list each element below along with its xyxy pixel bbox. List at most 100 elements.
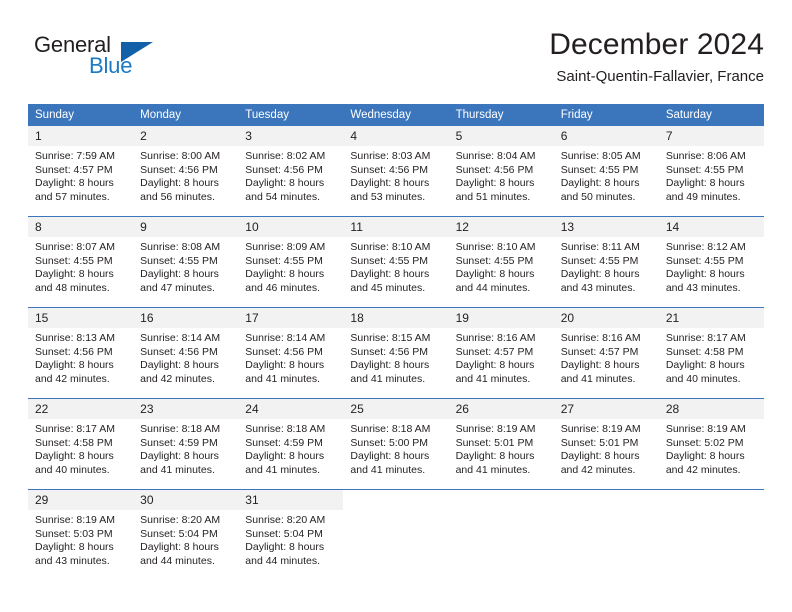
day-cell-content: 16 Sunrise: 8:14 AM Sunset: 4:56 PM Dayligh… (133, 308, 239, 398)
calendar-day-cell[interactable]: 26 Sunrise: 8:19 AM Sunset: 5:01 PM Dayligh… (448, 398, 554, 490)
calendar-day-cell[interactable]: 25 Sunrise: 8:18 AM Sunset: 5:00 PM Dayligh… (343, 398, 449, 490)
daylight-duration-line1: Daylight: 8 hours (140, 541, 219, 553)
day-number: 31 (238, 490, 344, 510)
daylight-duration-line1: Daylight: 8 hours (140, 450, 219, 462)
daylight-duration-line1: Daylight: 8 hours (245, 177, 325, 189)
day-cell-content: 14 Sunrise: 8:12 AM Sunset: 4:55 PM Dayligh… (658, 217, 764, 307)
calendar-day-cell[interactable]: 21 Sunrise: 8:17 AM Sunset: 4:58 PM Dayligh… (658, 307, 764, 399)
calendar-day-cell[interactable]: 2 Sunrise: 8:00 AM Sunset: 4:56 PM Daylight… (133, 126, 239, 217)
sunrise-time: Sunrise: 8:19 AM (35, 514, 115, 526)
sunrise-time: Sunrise: 8:11 AM (560, 241, 640, 253)
day-details: Sunrise: 8:00 AM Sunset: 4:56 PM Daylight:… (133, 146, 238, 204)
calendar-day-cell[interactable]: 23 Sunrise: 8:18 AM Sunset: 4:59 PM Dayligh… (133, 398, 239, 490)
day-cell-content: 31 Sunrise: 8:20 AM Sunset: 5:04 PM Dayligh… (238, 490, 344, 580)
sunset-time: Sunset: 4:55 PM (665, 163, 744, 176)
day-number: 4 (343, 126, 449, 146)
calendar-day-cell[interactable]: 22 Sunrise: 8:17 AM Sunset: 4:58 PM Dayligh… (28, 398, 134, 490)
day-details: Sunrise: 8:07 AM Sunset: 4:55 PM Daylight:… (28, 237, 133, 295)
calendar-day-cell[interactable]: 7 Sunrise: 8:06 AM Sunset: 4:55 PM Daylight… (658, 126, 764, 217)
day-number: 5 (448, 126, 554, 146)
calendar-day-cell[interactable]: 13 Sunrise: 8:11 AM Sunset: 4:55 PM Dayligh… (553, 216, 659, 308)
calendar-day-cell[interactable]: 19 Sunrise: 8:16 AM Sunset: 4:57 PM Dayligh… (448, 307, 554, 399)
day-cell-content: 12 Sunrise: 8:10 AM Sunset: 4:55 PM Dayligh… (448, 217, 554, 307)
daylight-duration-line2: and 56 minutes. (140, 190, 215, 203)
sunrise-time: Sunrise: 8:10 AM (455, 241, 536, 253)
daylight-duration-line1: Daylight: 8 hours (560, 450, 640, 462)
calendar-day-cell[interactable]: 9 Sunrise: 8:08 AM Sunset: 4:55 PM Daylight… (133, 216, 239, 308)
calendar-day-cell[interactable]: 27 Sunrise: 8:19 AM Sunset: 5:01 PM Dayligh… (553, 398, 659, 490)
daylight-duration-line1: Daylight: 8 hours (140, 359, 219, 371)
weekday-header-monday: Monday (133, 104, 239, 126)
calendar-day-cell[interactable]: 15 Sunrise: 8:13 AM Sunset: 4:56 PM Dayligh… (28, 307, 134, 399)
day-cell-content: 26 Sunrise: 8:19 AM Sunset: 5:01 PM Dayligh… (448, 399, 554, 489)
calendar-day-cell[interactable]: 24 Sunrise: 8:18 AM Sunset: 4:59 PM Dayligh… (238, 398, 344, 490)
daylight-duration-line1: Daylight: 8 hours (350, 268, 430, 280)
day-cell-empty (658, 490, 764, 580)
calendar-day-cell[interactable]: 20 Sunrise: 8:16 AM Sunset: 4:57 PM Dayligh… (553, 307, 659, 399)
calendar-day-cell[interactable]: 30 Sunrise: 8:20 AM Sunset: 5:04 PM Dayligh… (133, 489, 239, 580)
day-details: Sunrise: 8:18 AM Sunset: 5:00 PM Daylight:… (343, 419, 448, 477)
sunrise-time: Sunrise: 8:05 AM (560, 150, 641, 162)
sunrise-time: Sunrise: 8:10 AM (350, 241, 431, 253)
sunset-time: Sunset: 4:55 PM (350, 254, 429, 267)
daylight-duration-line2: and 47 minutes. (140, 281, 215, 294)
brand-logo[interactable]: General Blue (28, 32, 208, 90)
calendar-day-cell[interactable]: 31 Sunrise: 8:20 AM Sunset: 5:04 PM Dayligh… (238, 489, 344, 580)
weekday-header-saturday: Saturday (658, 104, 764, 126)
calendar-day-cell[interactable]: 12 Sunrise: 8:10 AM Sunset: 4:55 PM Dayligh… (448, 216, 554, 308)
sunset-time: Sunset: 4:55 PM (455, 254, 534, 267)
calendar-day-cell[interactable]: 11 Sunrise: 8:10 AM Sunset: 4:55 PM Dayligh… (343, 216, 449, 308)
calendar-day-cell[interactable]: 29 Sunrise: 8:19 AM Sunset: 5:03 PM Dayligh… (28, 489, 134, 580)
sunset-time: Sunset: 4:55 PM (560, 254, 639, 267)
calendar-day-cell[interactable]: 6 Sunrise: 8:05 AM Sunset: 4:55 PM Daylight… (553, 126, 659, 217)
daylight-duration-line2: and 41 minutes. (455, 372, 531, 385)
sunset-time: Sunset: 5:01 PM (560, 436, 639, 449)
sunset-time: Sunset: 4:55 PM (140, 254, 218, 267)
calendar-day-cell[interactable]: 3 Sunrise: 8:02 AM Sunset: 4:56 PM Daylight… (238, 126, 344, 217)
day-details: Sunrise: 8:19 AM Sunset: 5:03 PM Daylight:… (28, 510, 133, 568)
daylight-duration-line2: and 46 minutes. (245, 281, 320, 294)
day-cell-content: 8 Sunrise: 8:07 AM Sunset: 4:55 PM Daylight… (28, 217, 134, 307)
calendar-day-cell[interactable]: 8 Sunrise: 8:07 AM Sunset: 4:55 PM Daylight… (28, 216, 134, 308)
sunset-time: Sunset: 4:56 PM (455, 163, 534, 176)
sunset-time: Sunset: 4:56 PM (245, 345, 323, 358)
calendar-day-cell[interactable]: 5 Sunrise: 8:04 AM Sunset: 4:56 PM Daylight… (448, 126, 554, 217)
day-details: Sunrise: 8:15 AM Sunset: 4:56 PM Daylight:… (343, 328, 448, 386)
calendar-day-cell[interactable]: 28 Sunrise: 8:19 AM Sunset: 5:02 PM Dayligh… (658, 398, 764, 490)
sunrise-time: Sunrise: 8:02 AM (245, 150, 326, 162)
sunset-time: Sunset: 4:56 PM (350, 345, 429, 358)
daylight-duration-line1: Daylight: 8 hours (560, 359, 640, 371)
sunset-time: Sunset: 4:56 PM (140, 163, 218, 176)
daylight-duration-line2: and 42 minutes. (665, 463, 741, 476)
sunrise-time: Sunrise: 8:13 AM (35, 332, 115, 344)
sunrise-time: Sunrise: 8:16 AM (455, 332, 536, 344)
daylight-duration-line2: and 44 minutes. (245, 554, 320, 567)
day-cell-content: 27 Sunrise: 8:19 AM Sunset: 5:01 PM Dayligh… (553, 399, 659, 489)
daylight-duration-line2: and 42 minutes. (140, 372, 215, 385)
day-number: 11 (343, 217, 449, 237)
calendar-day-cell[interactable]: 18 Sunrise: 8:15 AM Sunset: 4:56 PM Dayligh… (343, 307, 449, 399)
calendar-day-cell[interactable]: 1 Sunrise: 7:59 AM Sunset: 4:57 PM Daylight… (28, 126, 134, 217)
calendar-week-row: 1 Sunrise: 7:59 AM Sunset: 4:57 PM Daylight… (28, 126, 764, 217)
daylight-duration-line2: and 43 minutes. (665, 281, 741, 294)
day-cell-content: 13 Sunrise: 8:11 AM Sunset: 4:55 PM Dayligh… (553, 217, 659, 307)
calendar-day-cell[interactable]: 16 Sunrise: 8:14 AM Sunset: 4:56 PM Dayligh… (133, 307, 239, 399)
sunset-time: Sunset: 4:57 PM (35, 163, 113, 176)
day-details: Sunrise: 8:19 AM Sunset: 5:01 PM Daylight:… (449, 419, 554, 477)
daylight-duration-line2: and 53 minutes. (350, 190, 426, 203)
day-number: 10 (238, 217, 344, 237)
daylight-duration-line2: and 48 minutes. (35, 281, 110, 294)
calendar-day-cell[interactable]: 14 Sunrise: 8:12 AM Sunset: 4:55 PM Dayligh… (658, 216, 764, 308)
sunset-time: Sunset: 4:55 PM (35, 254, 113, 267)
daylight-duration-line2: and 41 minutes. (455, 463, 531, 476)
sunset-time: Sunset: 5:03 PM (35, 527, 113, 540)
calendar-day-cell[interactable]: 17 Sunrise: 8:14 AM Sunset: 4:56 PM Dayligh… (238, 307, 344, 399)
day-cell-content: 20 Sunrise: 8:16 AM Sunset: 4:57 PM Dayligh… (553, 308, 659, 398)
calendar-day-cell[interactable]: 4 Sunrise: 8:03 AM Sunset: 4:56 PM Daylight… (343, 126, 449, 217)
sunset-time: Sunset: 4:55 PM (665, 254, 744, 267)
calendar-day-cell[interactable]: 10 Sunrise: 8:09 AM Sunset: 4:55 PM Dayligh… (238, 216, 344, 308)
day-number: 23 (133, 399, 239, 419)
sunset-time: Sunset: 5:04 PM (140, 527, 218, 540)
day-cell-content: 25 Sunrise: 8:18 AM Sunset: 5:00 PM Dayligh… (343, 399, 449, 489)
daylight-duration-line1: Daylight: 8 hours (665, 177, 745, 189)
